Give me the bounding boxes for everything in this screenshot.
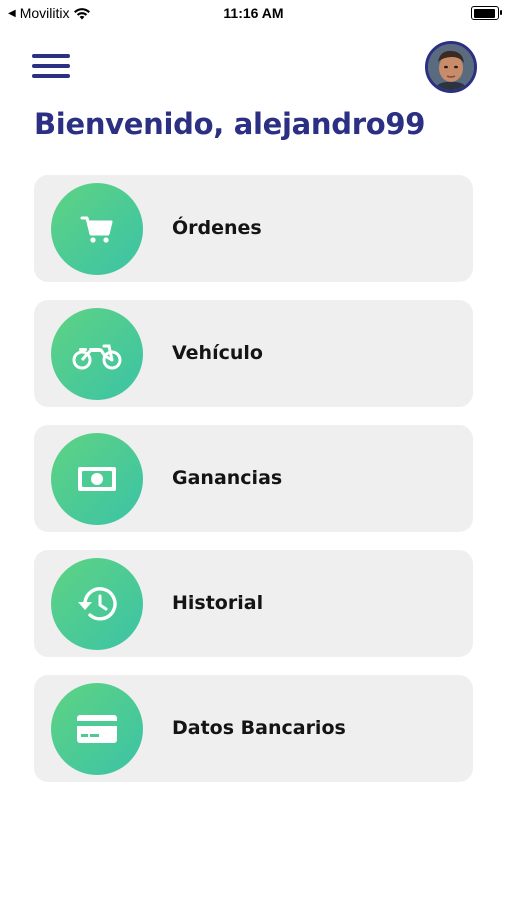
menu-item-label: Vehículo	[172, 342, 263, 364]
credit-card-icon	[77, 715, 117, 743]
menu-item-ordenes[interactable]: Órdenes	[34, 175, 473, 282]
menu-item-label: Historial	[172, 592, 264, 614]
avatar[interactable]	[425, 41, 477, 93]
menu-icon-circle	[51, 433, 143, 525]
status-bar: ◀ Movilitix 11:16 AM	[0, 0, 507, 26]
menu-icon-circle	[51, 308, 143, 400]
menu-item-historial[interactable]: Historial	[34, 550, 473, 657]
menu-item-ganancias[interactable]: Ganancias	[34, 425, 473, 532]
menu-item-label: Datos Bancarios	[172, 717, 346, 739]
menu-item-label: Órdenes	[172, 217, 262, 239]
menu-item-vehiculo[interactable]: Vehículo	[34, 300, 473, 407]
menu-item-datos-bancarios[interactable]: Datos Bancarios	[34, 675, 473, 782]
status-time: 11:16 AM	[223, 5, 284, 21]
avatar-photo	[428, 44, 474, 90]
money-icon	[78, 467, 116, 491]
menu-icon-circle	[51, 183, 143, 275]
motorcycle-icon	[72, 344, 122, 370]
menu-icon-circle	[51, 683, 143, 775]
menu-icon-circle	[51, 558, 143, 650]
page-title: Bienvenido, alejandro99	[34, 107, 426, 141]
cart-icon	[80, 216, 113, 243]
menu-item-label: Ganancias	[172, 467, 283, 489]
hamburger-menu-icon[interactable]	[32, 52, 72, 82]
history-icon	[78, 587, 117, 621]
battery-icon	[471, 6, 502, 20]
